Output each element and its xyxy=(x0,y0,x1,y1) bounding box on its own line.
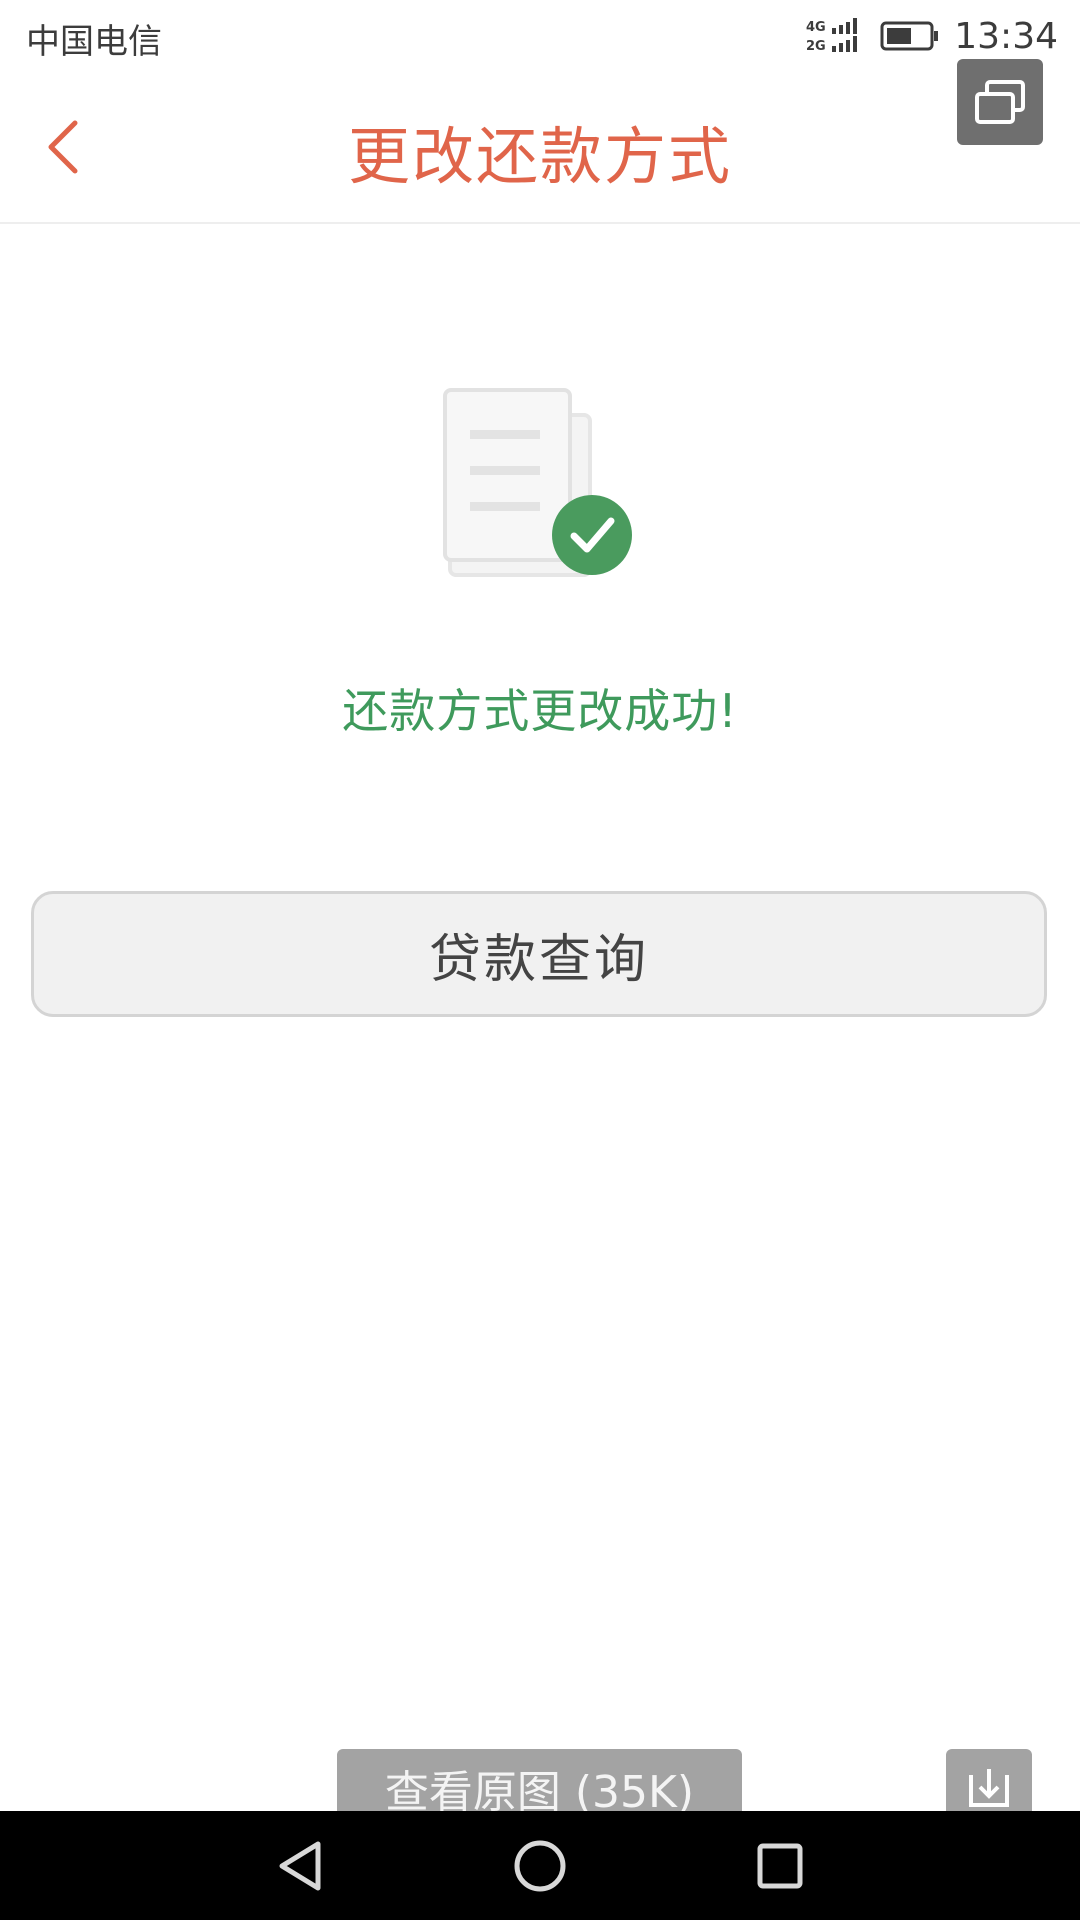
loan-query-button[interactable]: 贷款查询 xyxy=(31,891,1047,1017)
nav-recents-button[interactable] xyxy=(747,1833,813,1899)
nav-home-button[interactable] xyxy=(507,1833,573,1899)
network-label-bottom: 2G xyxy=(806,39,826,54)
download-icon xyxy=(969,1769,1009,1807)
screen: 中国电信 4G 2G 13:34 更改还款方式 还款方式更改成功! 贷款查询 查… xyxy=(0,0,1080,1920)
document-check-icon xyxy=(443,388,632,577)
download-button[interactable] xyxy=(946,1749,1032,1811)
nav-back-button[interactable] xyxy=(268,1833,334,1899)
copy-windows-icon xyxy=(975,80,1025,124)
header: 更改还款方式 xyxy=(0,72,1080,224)
carrier-label: 中国电信 xyxy=(26,22,162,62)
success-message: 还款方式更改成功! xyxy=(342,684,738,738)
network-label-top: 4G xyxy=(806,20,826,35)
overlay-copy-button[interactable] xyxy=(957,59,1043,145)
view-original-button[interactable]: 查看原图 (35K) xyxy=(337,1749,742,1811)
clock: 13:34 xyxy=(954,15,1058,57)
triangle-back-icon xyxy=(279,1841,321,1891)
square-recents-icon xyxy=(757,1843,803,1889)
page-title: 更改还款方式 xyxy=(347,120,732,193)
status-icons: 4G 2G 13:34 xyxy=(806,12,1058,60)
circle-home-icon xyxy=(514,1840,566,1892)
status-bar: 中国电信 4G 2G 13:34 xyxy=(0,0,1080,72)
navigation-bar xyxy=(0,1811,1080,1920)
signal-icon: 4G 2G xyxy=(806,18,858,54)
battery-icon xyxy=(880,21,939,51)
